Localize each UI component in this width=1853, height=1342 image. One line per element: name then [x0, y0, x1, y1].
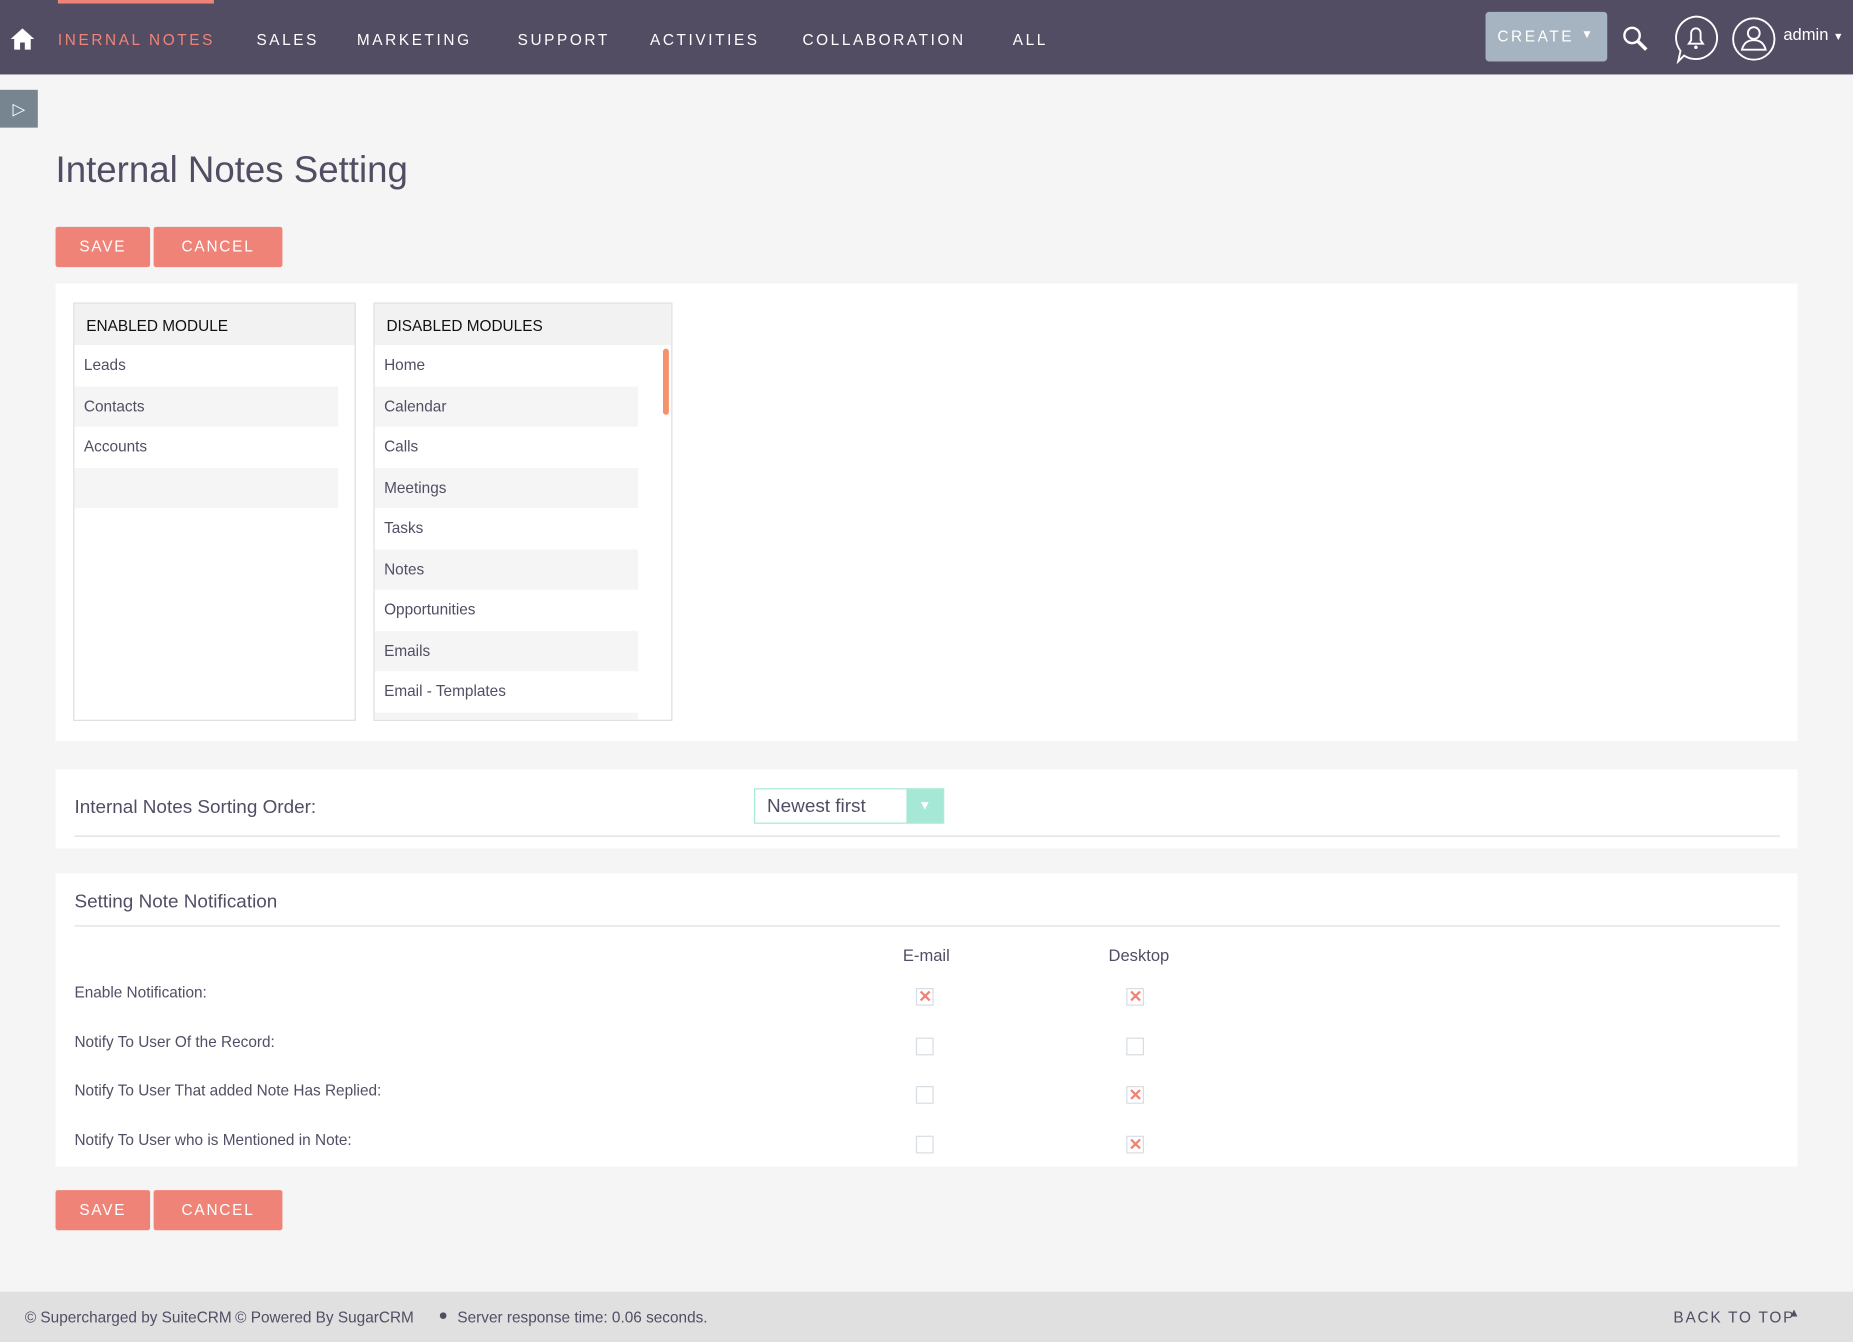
nav-activities[interactable]: ACTIVITIES — [650, 31, 760, 49]
list-item[interactable]: Home — [375, 345, 639, 386]
notification-panel: Setting Note Notification E-mail Desktop… — [55, 873, 1798, 1167]
cancel-button[interactable]: CANCEL — [153, 226, 283, 268]
create-label: CREATE — [1497, 27, 1575, 45]
chevron-down-icon: ▼ — [906, 789, 944, 823]
notification-title: Setting Note Notification — [74, 892, 278, 913]
footer: © Supercharged by SuiteCRM © Powered By … — [0, 1291, 1853, 1342]
notification-bell-icon[interactable] — [1672, 14, 1719, 64]
nav-support[interactable]: SUPPORT — [518, 31, 610, 49]
disabled-modules-list[interactable]: DISABLED MODULES Home Calendar Calls Meetin… — [373, 302, 673, 721]
server-response-time: Server response time: 0.06 seconds. — [457, 1308, 708, 1326]
divider — [74, 835, 1780, 837]
list-item[interactable]: Meetings — [374, 467, 639, 509]
globe-icon: ● — [438, 1305, 448, 1324]
home-icon[interactable] — [9, 26, 35, 52]
enabled-modules-header: ENABLED MODULE — [74, 303, 355, 346]
nav-collaboration[interactable]: COLLABORATION — [802, 31, 965, 49]
arrow-up-icon[interactable]: ▲ — [1788, 1307, 1800, 1320]
suitecrm-credit[interactable]: © Supercharged by SuiteCRM — [25, 1308, 232, 1326]
sidebar-toggle-button[interactable]: ▷ — [0, 89, 38, 128]
desktop-checkbox[interactable] — [1126, 987, 1144, 1007]
sorting-label: Internal Notes Sorting Order: — [74, 797, 317, 818]
notification-row-label: Notify To User Of the Record: — [74, 1032, 275, 1051]
nav-marketing[interactable]: MARKETING — [357, 31, 472, 49]
list-item[interactable]: Notes — [374, 548, 639, 590]
play-icon: ▷ — [12, 99, 26, 119]
back-to-top-link[interactable]: BACK TO TOP — [1673, 1308, 1795, 1326]
list-item[interactable]: Opportunities — [375, 590, 639, 631]
sorting-panel: Internal Notes Sorting Order: Newest fir… — [55, 769, 1798, 849]
list-item[interactable]: Leads — [74, 345, 338, 386]
search-icon[interactable] — [1621, 25, 1649, 53]
active-indicator — [57, 0, 214, 4]
divider — [74, 925, 1780, 927]
notification-row-label: Enable Notification: — [74, 983, 207, 1001]
caret-down-icon: ▼ — [1581, 28, 1596, 42]
page-title: Internal Notes Setting — [55, 148, 408, 191]
create-button[interactable]: CREATE ▼ — [1485, 11, 1608, 62]
caret-down-icon[interactable]: ▼ — [1833, 31, 1844, 43]
desktop-column-header: Desktop — [1108, 945, 1170, 965]
sorting-order-select[interactable]: Newest first ▼ — [753, 788, 945, 824]
disabled-modules-header: DISABLED MODULES — [374, 303, 672, 346]
email-checkbox[interactable] — [915, 987, 934, 1007]
cancel-button-bottom[interactable]: CANCEL — [153, 1190, 283, 1231]
email-column-header: E-mail — [902, 945, 950, 965]
list-item[interactable]: Accounts — [74, 427, 338, 468]
list-item[interactable]: Emails — [374, 630, 639, 672]
notification-row-label: Notify To User That added Note Has Repli… — [74, 1081, 382, 1100]
modules-panel: ENABLED MODULE Leads Contacts Accounts DIS… — [55, 283, 1798, 741]
user-avatar-icon[interactable] — [1731, 17, 1776, 62]
list-item[interactable]: Calendar — [374, 385, 639, 427]
nav-sales[interactable]: SALES — [256, 31, 319, 49]
enabled-modules-list[interactable]: ENABLED MODULE Leads Contacts Accounts — [73, 302, 356, 721]
save-button[interactable]: SAVE — [55, 226, 151, 268]
desktop-checkbox[interactable] — [1126, 1134, 1144, 1154]
list-item[interactable]: Calls — [375, 427, 639, 468]
desktop-checkbox[interactable] — [1126, 1037, 1144, 1055]
nav-all[interactable]: ALL — [1013, 31, 1048, 49]
list-item[interactable]: Contacts — [74, 385, 338, 427]
email-checkbox[interactable] — [915, 1135, 934, 1153]
scrollbar-thumb[interactable] — [662, 348, 669, 415]
list-item[interactable]: Email - Templates — [375, 671, 639, 712]
nav-internal-notes[interactable]: INERNAL NOTES — [58, 31, 215, 49]
desktop-checkbox[interactable] — [1126, 1085, 1144, 1105]
email-checkbox[interactable] — [915, 1037, 934, 1055]
user-menu[interactable]: admin — [1783, 25, 1828, 44]
email-checkbox[interactable] — [915, 1086, 934, 1104]
save-button-bottom[interactable]: SAVE — [55, 1190, 151, 1231]
sugarcrm-credit[interactable]: © Powered By SugarCRM — [235, 1308, 414, 1326]
top-nav: INERNAL NOTES SALES MARKETING SUPPORT AC… — [0, 0, 1853, 75]
list-item[interactable] — [74, 467, 338, 509]
list-item[interactable] — [374, 712, 639, 720]
sorting-value: Newest first — [766, 796, 866, 817]
notification-row-label: Notify To User who is Mentioned in Note: — [74, 1130, 352, 1149]
list-item[interactable]: Tasks — [375, 508, 639, 549]
